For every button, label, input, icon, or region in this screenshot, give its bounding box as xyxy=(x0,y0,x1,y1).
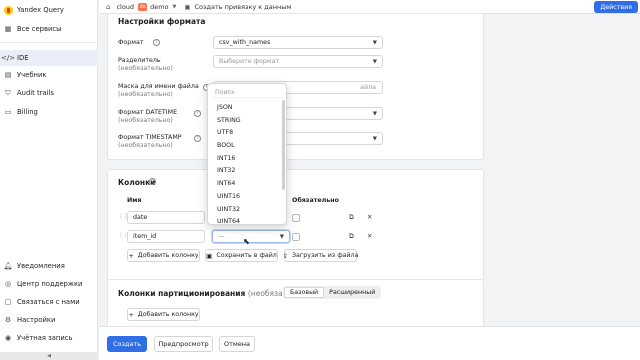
sidebar-divider xyxy=(0,42,98,43)
format-label: Формат xyxy=(118,39,144,46)
binding-icon: ▣ xyxy=(184,2,191,11)
help-icon[interactable]: ? xyxy=(194,135,201,142)
mouse-cursor-icon: ⬉ xyxy=(243,237,250,246)
section-title: Настройки формата xyxy=(118,17,206,26)
format-settings-panel: Настройки формата Формат ? csv_with_name… xyxy=(107,14,484,160)
segment-basic[interactable]: Базовый xyxy=(284,287,325,298)
gear-icon: ⚙ xyxy=(4,316,12,324)
sidebar-item-notifications[interactable]: 🔔︎ Уведомления xyxy=(0,258,98,274)
upload-icon: ⇪ xyxy=(282,251,289,260)
help-icon[interactable]: ? xyxy=(153,39,160,46)
add-column-button[interactable]: + Добавить колонку xyxy=(127,249,200,262)
chat-icon: ▢ xyxy=(4,298,12,306)
dropdown-search-input[interactable]: Поиск xyxy=(212,87,284,98)
close-icon[interactable]: ✕ xyxy=(367,232,372,240)
dropdown-option[interactable]: INT32 xyxy=(217,167,235,174)
help-icon[interactable]: ? xyxy=(149,178,156,185)
preview-button[interactable]: Предпросмотр xyxy=(154,336,213,352)
copy-icon[interactable]: ⧉ xyxy=(349,232,354,241)
column-name-input[interactable]: item_id xyxy=(127,230,205,243)
support-icon: ◎ xyxy=(4,280,12,288)
chevron-left-icon: ◀ xyxy=(47,353,51,359)
book-icon: ▤ xyxy=(4,71,12,79)
home-icon[interactable]: ⌂ xyxy=(106,3,110,11)
dropdown-option[interactable]: UINT32 xyxy=(217,206,240,213)
top-header: ⌂ cloud de demo ▼ ▣ Создать привязку к д… xyxy=(99,0,640,14)
all-services-link[interactable]: ▦ Все сервисы xyxy=(0,21,98,37)
column-type-select[interactable]: — ▼ xyxy=(212,230,290,243)
code-icon: </> xyxy=(0,54,16,62)
dropdown-option[interactable]: UINT64 xyxy=(217,218,240,224)
column-header-required: Обязательно xyxy=(292,197,339,204)
app-title: Yandex Query xyxy=(17,6,64,14)
chevron-down-icon: ▼ xyxy=(372,58,377,65)
chevron-down-icon: ▼ xyxy=(372,135,377,142)
chevron-down-icon: ▼ xyxy=(372,39,377,46)
column-header-name: Имя xyxy=(127,197,142,204)
type-dropdown-menu: Поиск JSON STRING UTF8 BOOL INT16 INT32 … xyxy=(207,83,287,225)
chevron-down-icon[interactable]: ▼ xyxy=(173,4,177,10)
sidebar-item-tutorial[interactable]: ▤ Учебник xyxy=(0,67,98,83)
billing-icon: ▭ xyxy=(4,108,12,116)
dropdown-option[interactable]: UTF8 xyxy=(217,129,233,136)
dropdown-option[interactable]: STRING xyxy=(217,117,241,124)
dropdown-option[interactable]: UINT16 xyxy=(217,193,240,200)
bell-icon: 🔔︎ xyxy=(3,262,13,270)
sidebar-collapse-button[interactable]: ◀ xyxy=(0,352,98,360)
account-icon: ◉ xyxy=(4,334,12,342)
form-footer: Создать Предпросмотр Отмена xyxy=(99,326,640,360)
dropdown-option[interactable]: INT16 xyxy=(217,155,235,162)
required-checkbox[interactable] xyxy=(292,233,300,241)
breadcrumb-cloud[interactable]: cloud xyxy=(116,3,134,11)
page-title: Создать привязку к данным xyxy=(194,2,292,11)
help-icon[interactable]: ? xyxy=(194,110,201,117)
breadcrumb-folder[interactable]: demo xyxy=(150,3,168,11)
sidebar-item-billing[interactable]: ▭ Billing xyxy=(0,104,98,120)
main-content: Настройки формата Формат ? csv_with_name… xyxy=(99,14,640,360)
add-partition-column-button[interactable]: + Добавить колонку xyxy=(127,308,200,321)
timestamp-label: Формат TIMESTAMP (необязательно) xyxy=(118,134,182,149)
app-logo-title[interactable]: Yandex Query xyxy=(0,2,98,18)
actions-button[interactable]: Действия xyxy=(594,1,638,13)
delimiter-label: Разделитель (необязательно) xyxy=(118,57,173,72)
delimiter-select[interactable]: Выберите формат ▼ xyxy=(213,55,383,68)
sidebar-item-support[interactable]: ◎ Центр поддержки xyxy=(0,276,98,292)
sidebar-item-account[interactable]: ◉ Учётная запись xyxy=(0,330,98,346)
dropdown-option[interactable]: JSON xyxy=(217,104,233,111)
dropdown-scrollbar[interactable] xyxy=(282,100,285,190)
column-name-input[interactable]: date xyxy=(127,211,205,224)
datetime-label: Формат DATETIME (необязательно) xyxy=(118,109,178,124)
chevron-down-icon: ▼ xyxy=(279,233,284,240)
folder-badge: de xyxy=(138,2,148,11)
grid-icon: ▦ xyxy=(4,25,12,33)
copy-icon[interactable]: ⧉ xyxy=(349,213,354,222)
sidebar: Yandex Query ▦ Все сервисы </> IDE ▤ Уче… xyxy=(0,0,98,360)
format-select[interactable]: csv_with_names ▼ xyxy=(213,36,383,49)
yandex-query-logo-icon xyxy=(3,5,13,15)
cancel-button[interactable]: Отмена xyxy=(219,336,255,352)
sidebar-item-contact[interactable]: ▢ Связаться с нами xyxy=(0,294,98,310)
dropdown-option[interactable]: BOOL xyxy=(217,142,235,149)
required-checkbox[interactable] xyxy=(292,214,300,222)
close-icon[interactable]: ✕ xyxy=(367,213,372,221)
sidebar-item-audit-trails[interactable]: ⛉ Audit trails xyxy=(0,85,98,101)
save-to-file-button[interactable]: ▣ Сохранить в файл xyxy=(205,249,278,262)
save-icon: ▣ xyxy=(206,251,213,260)
columns-panel: Колонки ? Имя Обязательно ⋮⋮ date ⧉ ✕ ⋮⋮… xyxy=(107,169,484,282)
chevron-down-icon: ▼ xyxy=(372,110,377,117)
plus-icon: + xyxy=(128,310,134,319)
segment-advanced[interactable]: Расширенный xyxy=(324,287,380,298)
audit-icon: ⛉ xyxy=(5,88,11,97)
sidebar-item-ide[interactable]: </> IDE xyxy=(0,50,98,66)
load-from-file-button[interactable]: ⇪ Загрузить из файла xyxy=(282,249,358,262)
create-button[interactable]: Создать xyxy=(107,336,147,352)
sidebar-item-settings[interactable]: ⚙ Настройки xyxy=(0,312,98,328)
mask-label: Маска для имени файла (необязательно) xyxy=(118,83,199,98)
dropdown-option[interactable]: INT64 xyxy=(217,180,235,187)
plus-icon: + xyxy=(128,251,134,260)
partition-mode-switch[interactable]: Базовый Расширенный xyxy=(283,286,382,299)
